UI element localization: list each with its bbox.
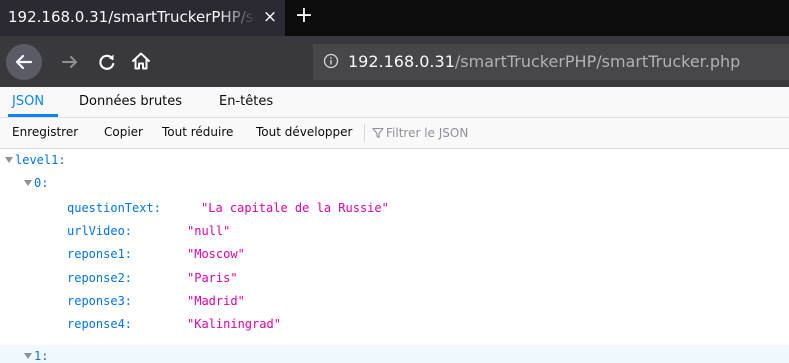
- json-key: level1:: [15, 153, 66, 167]
- home-icon[interactable]: [130, 50, 152, 72]
- json-key: reponse2:: [67, 271, 133, 285]
- json-index: 0:: [34, 176, 49, 190]
- json-value: "La capitale de la Russie": [201, 201, 389, 215]
- json-key: reponse1:: [67, 247, 133, 261]
- tree-row-index-1[interactable]: 1:: [0, 345, 789, 363]
- json-index: 1:: [34, 349, 49, 363]
- active-tab-indicator: [8, 114, 58, 117]
- tab-json[interactable]: JSON: [12, 87, 44, 117]
- tree-row-urlVideo[interactable]: urlVideo: "null": [0, 220, 789, 243]
- json-viewer-tabs: JSON Données brutes En-têtes: [0, 87, 789, 118]
- json-key: reponse3:: [67, 294, 133, 308]
- filter-icon: [372, 127, 384, 139]
- expand-arrow-icon[interactable]: [24, 180, 32, 186]
- json-key: urlVideo:: [67, 224, 133, 238]
- url-path: /smartTruckerPHP/smartTrucker.php: [454, 52, 741, 71]
- json-value: "Madrid": [187, 294, 245, 308]
- reload-icon[interactable]: [96, 51, 118, 73]
- tab-title: 192.168.0.31/smartTruckerPHP/smartTrucke…: [8, 8, 256, 26]
- json-key: reponse4:: [67, 317, 133, 331]
- url-host: 192.168.0.31: [348, 52, 455, 71]
- json-tree: level1: 0: questionText: "La capitale de…: [0, 149, 789, 363]
- info-icon[interactable]: [323, 53, 339, 69]
- tab-close-icon[interactable]: ×: [260, 0, 280, 36]
- filter-json-input[interactable]: [386, 124, 686, 142]
- browser-window: 192.168.0.31/smartTruckerPHP/smartTrucke…: [0, 0, 789, 363]
- tree-row-reponse1[interactable]: reponse1: "Moscow": [0, 243, 789, 266]
- toolbar-separator: [364, 124, 365, 142]
- tab-strip: 192.168.0.31/smartTruckerPHP/smartTrucke…: [0, 0, 789, 36]
- json-value: "Kaliningrad": [187, 317, 281, 331]
- collapse-all-button[interactable]: Tout réduire: [162, 118, 233, 148]
- expand-all-button[interactable]: Tout développer: [256, 118, 352, 148]
- url-text[interactable]: 192.168.0.31/smartTruckerPHP/smartTrucke…: [348, 44, 740, 80]
- json-value: "Paris": [187, 271, 238, 285]
- forward-icon[interactable]: [60, 52, 80, 72]
- json-key: questionText:: [67, 201, 161, 215]
- url-bar[interactable]: 192.168.0.31/smartTruckerPHP/smartTrucke…: [313, 44, 789, 80]
- tree-row-level1[interactable]: level1:: [0, 149, 789, 172]
- tree-row-questionText[interactable]: questionText: "La capitale de la Russie": [0, 197, 789, 220]
- copy-button[interactable]: Copier: [104, 118, 143, 148]
- tree-row-reponse3[interactable]: reponse3: "Madrid": [0, 290, 789, 313]
- tree-row-reponse4[interactable]: reponse4: "Kaliningrad": [0, 313, 789, 336]
- back-button[interactable]: [6, 44, 42, 80]
- new-tab-icon[interactable]: +: [292, 0, 316, 36]
- back-icon: [15, 54, 33, 70]
- browser-tab[interactable]: 192.168.0.31/smartTruckerPHP/smartTrucke…: [0, 0, 285, 36]
- tree-row-index-0[interactable]: 0:: [0, 172, 789, 195]
- expand-arrow-icon[interactable]: [5, 157, 13, 163]
- expand-arrow-icon[interactable]: [24, 353, 32, 359]
- tree-row-reponse2[interactable]: reponse2: "Paris": [0, 267, 789, 290]
- navigation-bar: 192.168.0.31/smartTruckerPHP/smartTrucke…: [0, 36, 789, 87]
- save-button[interactable]: Enregistrer: [12, 118, 78, 148]
- tab-headers[interactable]: En-têtes: [219, 87, 273, 117]
- json-value: "Moscow": [187, 247, 245, 261]
- json-value: "null": [187, 224, 231, 238]
- tab-raw-data[interactable]: Données brutes: [79, 87, 182, 117]
- json-toolbar: Enregistrer Copier Tout réduire Tout dév…: [0, 118, 789, 149]
